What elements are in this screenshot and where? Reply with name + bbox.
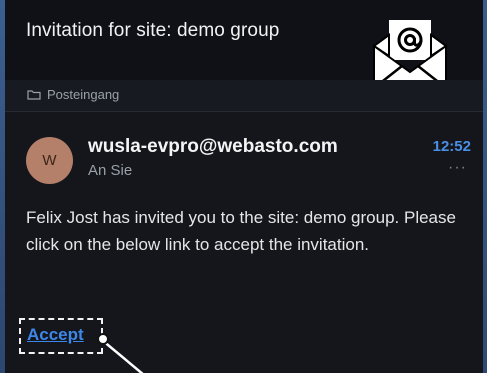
right-edge-strip	[483, 0, 487, 373]
recipient-label: An Sie	[88, 162, 133, 179]
envelope-at-icon	[372, 20, 448, 89]
message-body: Felix Jost has invited you to the site: …	[26, 208, 456, 254]
timestamp: 12:52	[432, 138, 471, 155]
email-window: Invitation for site: demo group Posteing…	[0, 0, 487, 373]
email-subject: Invitation for site: demo group	[26, 20, 280, 41]
more-options-icon[interactable]: ···	[448, 159, 467, 177]
avatar: W	[26, 137, 73, 184]
folder-label[interactable]: Posteingang	[47, 87, 119, 102]
pointer-dot	[97, 333, 109, 345]
accept-link[interactable]: Accept	[27, 325, 84, 345]
sender-address[interactable]: wusla-evpro@webasto.com	[88, 136, 338, 158]
folder-row: Posteingang	[5, 80, 483, 112]
folder-icon	[27, 90, 41, 100]
pointer-line	[101, 340, 144, 373]
